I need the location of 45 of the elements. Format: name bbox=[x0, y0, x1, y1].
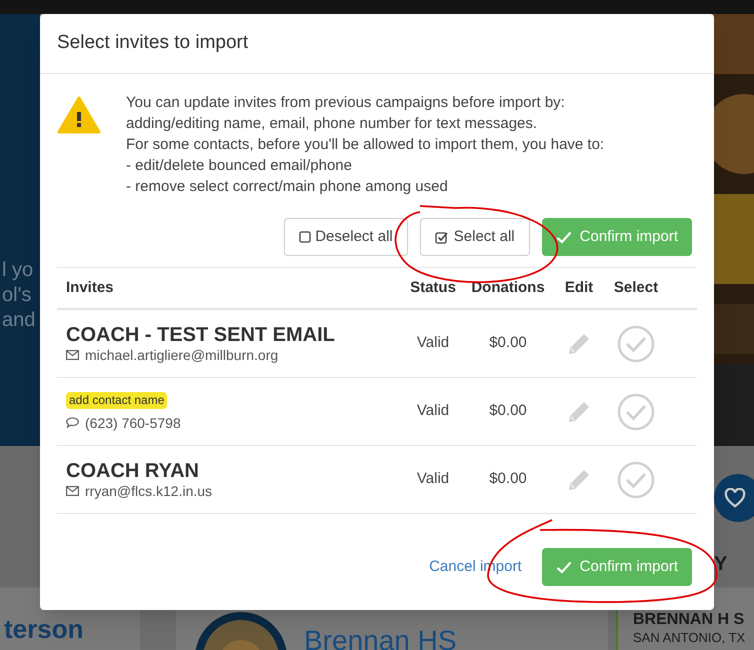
status-text: Valid bbox=[416, 333, 450, 354]
column-header: Select bbox=[612, 278, 660, 298]
card-location: SAN ANTONIO, TX bbox=[633, 630, 746, 646]
contact-name: COACH - TEST SENT EMAIL bbox=[66, 324, 336, 346]
text-fragment: Y bbox=[714, 552, 728, 576]
warning-icon bbox=[57, 96, 101, 136]
donation-amount: $0.00 bbox=[488, 333, 528, 354]
school-name: terson bbox=[4, 614, 84, 644]
notice-text: - remove select correct/main phone among used bbox=[126, 177, 449, 197]
dialog-title: Select invites to import bbox=[57, 31, 248, 56]
select-check-icon[interactable] bbox=[617, 324, 655, 362]
select-check-icon[interactable] bbox=[617, 392, 655, 430]
text-fragment: ol's bbox=[2, 283, 32, 307]
add-name-tag[interactable]: add contact name bbox=[66, 392, 168, 408]
envelope-icon bbox=[66, 350, 79, 360]
donation-amount: $0.00 bbox=[488, 469, 528, 490]
envelope-icon bbox=[66, 486, 79, 496]
checkbox-icon bbox=[299, 231, 312, 243]
contact-detail: (623) 760-5798 bbox=[85, 414, 181, 432]
contact-detail: michael.artigliere@millburn.org bbox=[85, 346, 278, 364]
column-header: Invites bbox=[66, 278, 115, 298]
status-text: Valid bbox=[416, 401, 450, 422]
contact-detail: rryan@flcs.k12.in.us bbox=[85, 482, 212, 500]
column-header: Edit bbox=[564, 278, 594, 298]
status-text: Valid bbox=[416, 469, 450, 490]
notice-text: You can update invites from previous campaigns before import by: bbox=[126, 93, 566, 113]
text-fragment: l yo bbox=[2, 258, 34, 282]
column-header: Status bbox=[409, 278, 457, 298]
school-title: Brennan HS bbox=[304, 626, 457, 650]
deselect-all-button[interactable]: Deselect all bbox=[284, 218, 408, 256]
column-header: Donations bbox=[470, 278, 546, 298]
card-title: BRENNAN H S bbox=[633, 611, 744, 629]
donation-amount: $0.00 bbox=[488, 401, 528, 422]
check-icon bbox=[556, 230, 572, 244]
notice-text: - edit/delete bounced email/phone bbox=[126, 156, 353, 176]
contact-name: COACH RYAN bbox=[66, 460, 200, 482]
checked-box-icon bbox=[434, 230, 448, 244]
text-fragment: and bbox=[2, 308, 36, 332]
speech-bubble-icon bbox=[66, 417, 79, 428]
notice-text: adding/editing name, email, phone number for text messages. bbox=[126, 114, 538, 134]
notice-text: For some contacts, before you'll be allowed to import them, you have to: bbox=[126, 135, 604, 155]
heart-icon bbox=[724, 488, 746, 508]
select-all-button[interactable]: Select all bbox=[420, 218, 530, 256]
check-icon bbox=[556, 560, 572, 574]
select-check-icon[interactable] bbox=[617, 460, 655, 498]
